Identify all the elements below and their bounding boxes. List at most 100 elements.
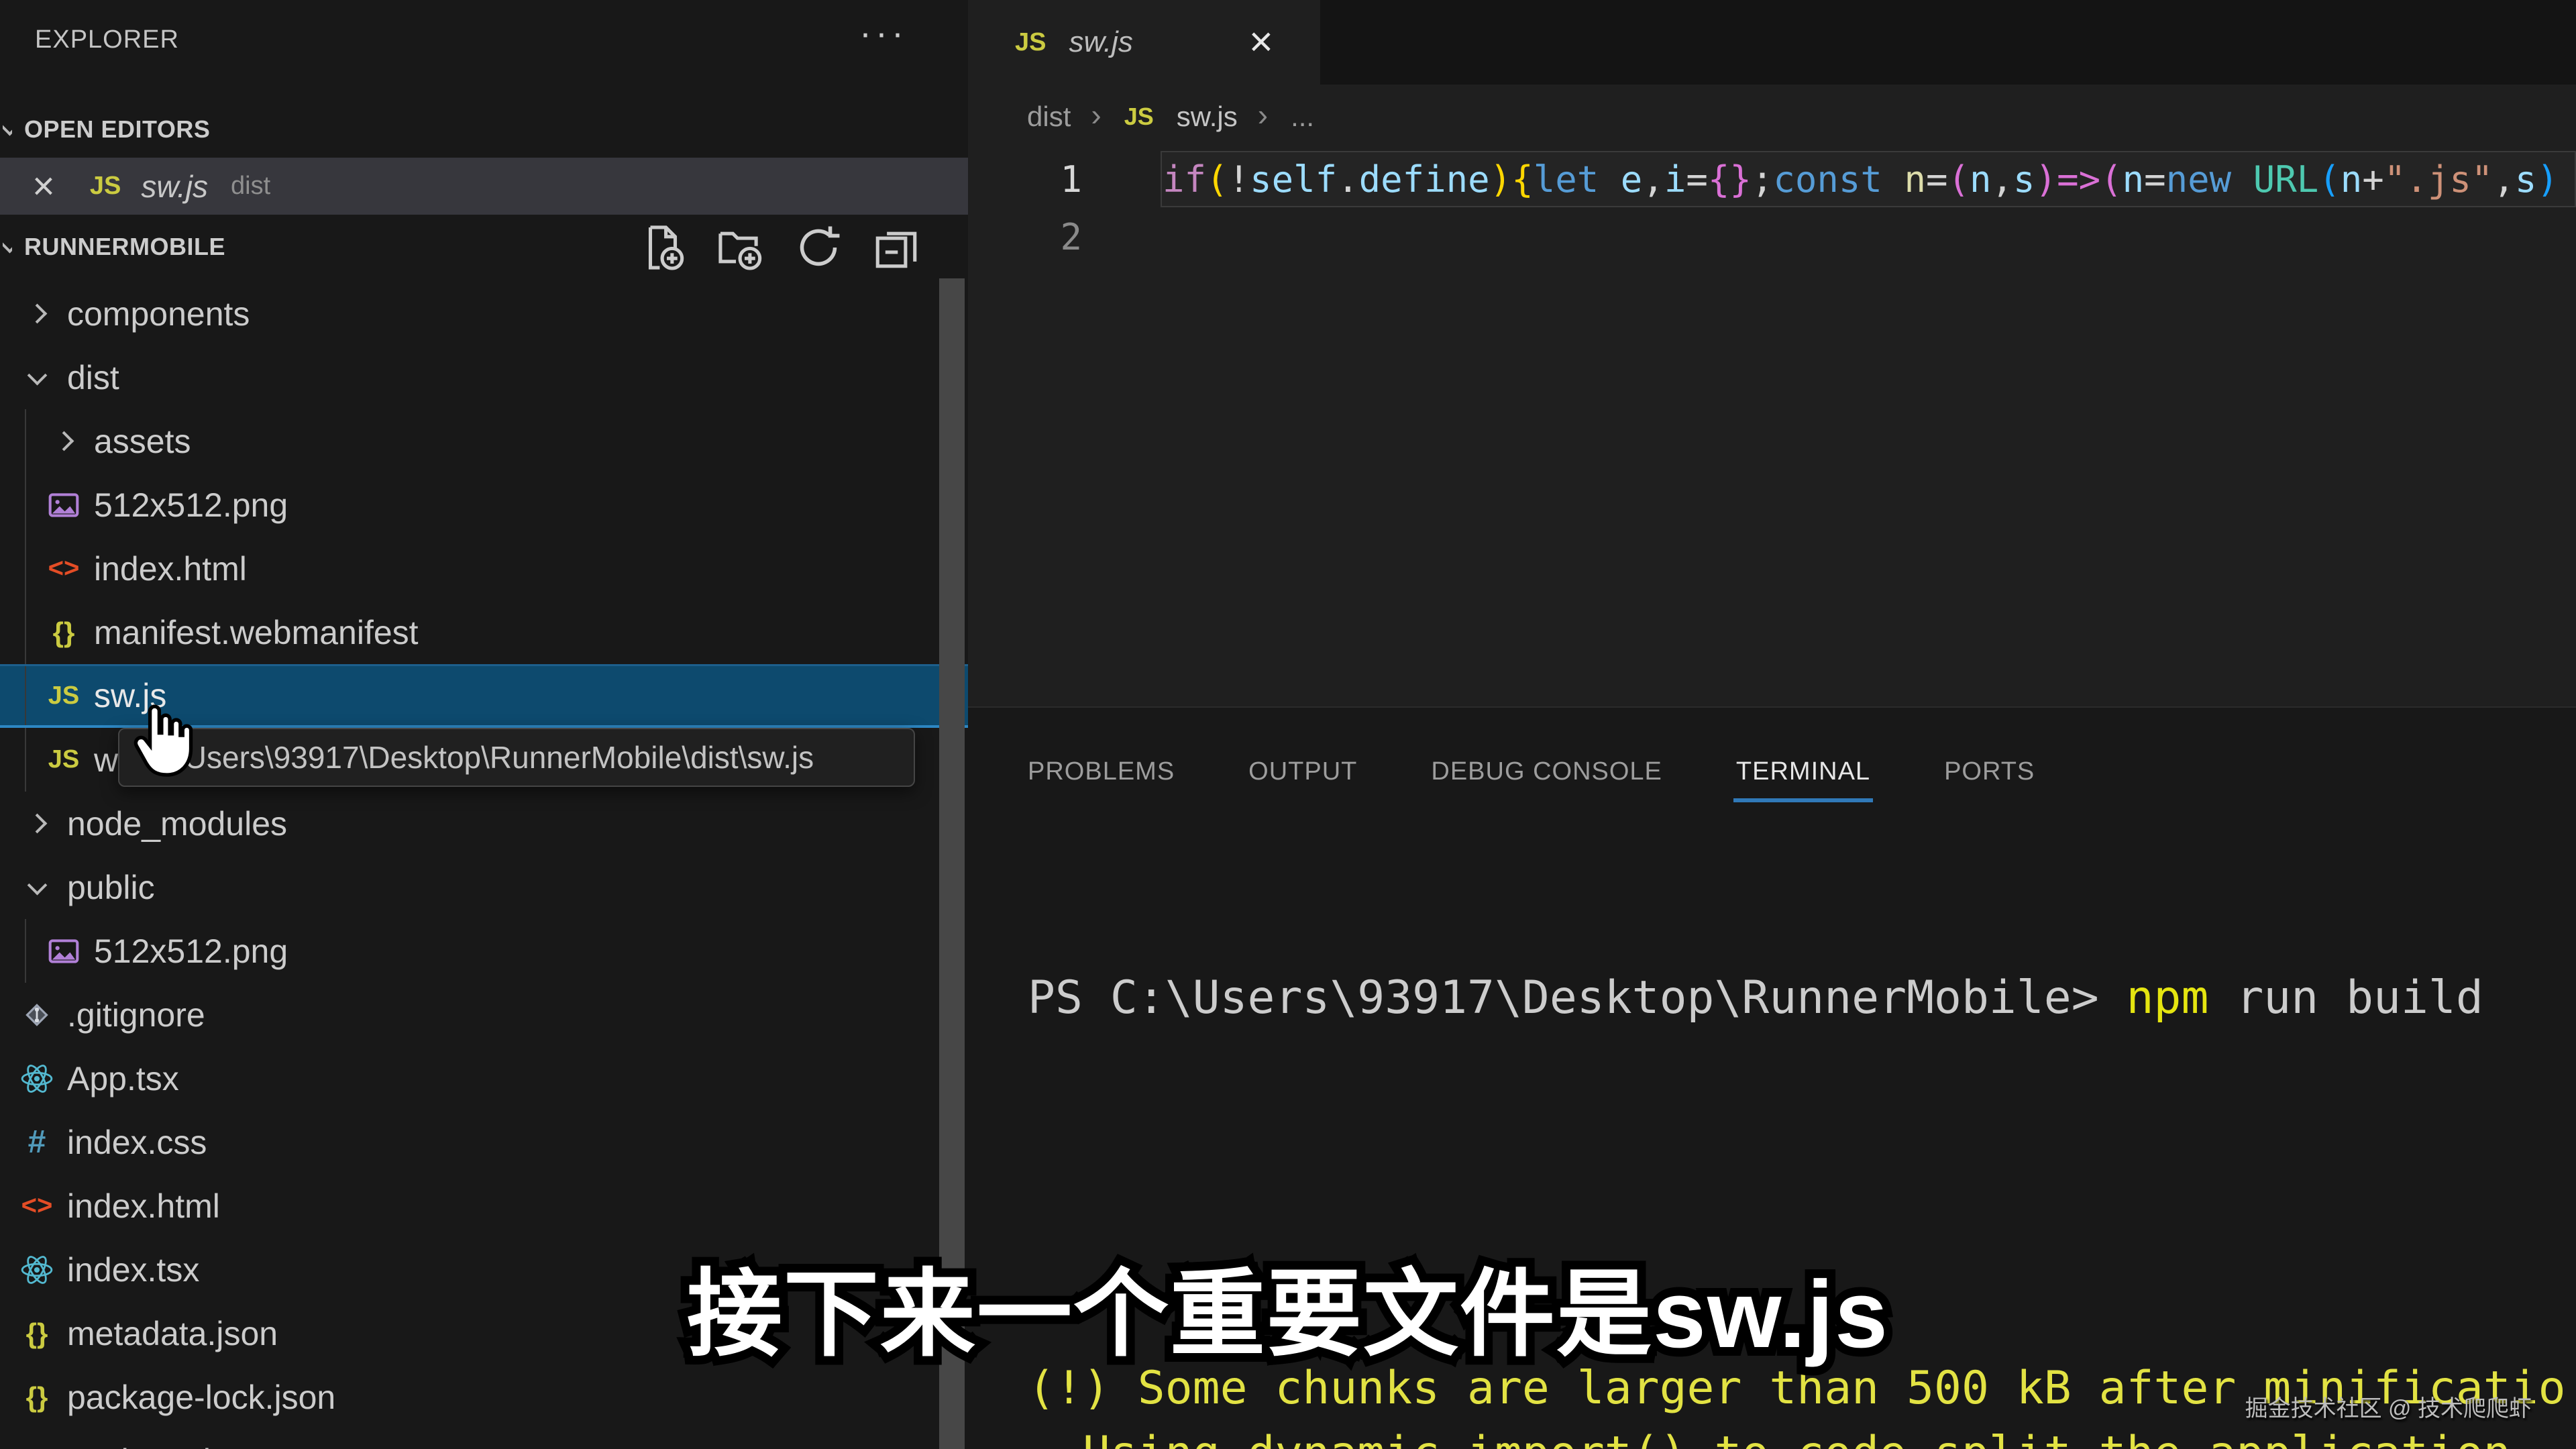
tree-item-index-html[interactable]: <> index.html	[0, 1174, 968, 1238]
code-token: s	[2515, 158, 2537, 201]
tree-item-package-lock-json[interactable]: {} package-lock.json	[0, 1365, 968, 1429]
bottom-panel: PROBLEMS OUTPUT DEBUG CONSOLE TERMINAL PORTS…	[968, 706, 2576, 1449]
code-token: e	[1621, 158, 1643, 201]
breadcrumb-folder[interactable]: dist	[1027, 101, 1071, 133]
terminal-prompt-line: PS C:\Users\93917\Desktop\RunnerMobile> …	[1028, 965, 2576, 1030]
tree-item-index-tsx[interactable]: index.tsx	[0, 1238, 968, 1301]
tree-item-label: package-lock.json	[67, 1378, 335, 1417]
file-icon-slot: #	[16, 1124, 58, 1161]
panel-tab-problems[interactable]: PROBLEMS	[1028, 757, 1175, 786]
tree-item-512x512-png[interactable]: 512x512.png	[0, 919, 968, 983]
code-token: !	[1228, 158, 1250, 201]
react-atom-icon	[20, 1062, 54, 1095]
tree-item-label: manifest.webmanifest	[94, 613, 419, 652]
explorer-header: EXPLORER	[0, 0, 968, 79]
tree-item-dist[interactable]: dist	[0, 345, 968, 409]
html-file-icon: <>	[21, 1191, 53, 1221]
code-token: .	[1337, 158, 1359, 201]
terminal[interactable]: PS C:\Users\93917\Desktop\RunnerMobile> …	[1028, 835, 2576, 1449]
code-token: define	[1359, 158, 1490, 201]
editor-tab-bar: JS sw.js ×	[968, 0, 2576, 85]
new-file-icon[interactable]	[638, 223, 688, 272]
breadcrumb-symbol[interactable]: ...	[1291, 101, 1314, 133]
tab-swjs[interactable]: JS sw.js ×	[968, 0, 1320, 85]
line-number: 2	[968, 216, 1082, 258]
html-file-icon: <>	[48, 553, 80, 584]
file-icon-slot: JS	[43, 745, 85, 774]
panel-tab-terminal[interactable]: TERMINAL	[1736, 757, 1870, 786]
code-token: +	[2362, 158, 2384, 201]
code-token: ".js"	[2384, 158, 2493, 201]
panel-tab-ports[interactable]: PORTS	[1944, 757, 2035, 786]
code-token: {	[1511, 158, 1534, 201]
code-token: ,	[1992, 158, 2014, 201]
panel-tab-output[interactable]: OUTPUT	[1248, 757, 1357, 786]
file-icon-slot: <>	[16, 1191, 58, 1221]
folder-chevron	[16, 880, 58, 894]
tree-item-label: App.tsx	[67, 1059, 179, 1098]
tree-item-label: components	[67, 294, 250, 333]
file-icon-slot	[16, 1253, 58, 1287]
folder-chevron	[43, 434, 85, 448]
folder-chevron	[16, 307, 58, 321]
refresh-icon[interactable]	[794, 223, 843, 272]
close-icon[interactable]: ×	[1249, 21, 1273, 63]
tree-item-assets[interactable]: assets	[0, 409, 968, 473]
tooltip-text: C:\Users\93917\Desktop\RunnerMobile\dist…	[145, 739, 814, 775]
code-token: (	[2318, 158, 2341, 201]
tree-item-manifest-webmanifest[interactable]: {} manifest.webmanifest	[0, 600, 968, 664]
code-token: const	[1773, 158, 1904, 201]
file-icon-slot	[16, 998, 58, 1032]
open-editor-file-path: dist	[231, 172, 270, 201]
open-editors-section-header[interactable]: OPEN EDITORS	[0, 101, 968, 158]
tree-item-app-tsx[interactable]: App.tsx	[0, 1046, 968, 1110]
vscode-window: EXPLORER ··· OPEN EDITORS × JS sw.js dis…	[0, 0, 2576, 1449]
watermark: 掘金技术社区 @ 技术爬爬虾	[2245, 1390, 2532, 1423]
tree-item-label: dist	[67, 358, 119, 397]
tree-item-label: metadata.json	[67, 1314, 278, 1353]
panel-tab-debug-console[interactable]: DEBUG CONSOLE	[1431, 757, 1662, 786]
code-line-1: 1 if(!self.define){let e,i={};const n=(n…	[968, 150, 2576, 208]
code-token: i	[1664, 158, 1686, 201]
tree-item-index-html[interactable]: <>index.html	[0, 537, 968, 600]
tree-item-label: index.html	[67, 1187, 220, 1226]
open-editors-label: OPEN EDITORS	[24, 115, 210, 144]
tree-item-components[interactable]: components	[0, 282, 968, 345]
tree-item-metadata-json[interactable]: {} metadata.json	[0, 1301, 968, 1365]
sidebar-scrollbar[interactable]	[939, 278, 965, 1449]
explorer-more-actions-icon[interactable]: ···	[859, 12, 908, 54]
indent-guide	[25, 473, 26, 537]
code-token: self	[1250, 158, 1337, 201]
code-token: if	[1163, 158, 1206, 201]
breadcrumb: dist › JS sw.js › ...	[968, 85, 2576, 149]
file-icon-slot: {}	[16, 1445, 58, 1449]
tree-item-node-modules[interactable]: node_modules	[0, 792, 968, 855]
code-token: =>	[2057, 158, 2100, 201]
tree-item-index-css[interactable]: #index.css	[0, 1110, 968, 1174]
tree-item-package-json[interactable]: {}package.json	[0, 1429, 968, 1449]
close-icon[interactable]: ×	[32, 167, 55, 206]
file-icon-slot: {}	[43, 616, 85, 649]
json-braces-icon: {}	[26, 1318, 48, 1350]
tree-item-public[interactable]: public	[0, 855, 968, 919]
code-token: ,	[1642, 158, 1664, 201]
file-icon-slot: <>	[43, 553, 85, 584]
tree-item--gitignore[interactable]: .gitignore	[0, 983, 968, 1046]
code-token: ,	[2493, 158, 2515, 201]
breadcrumb-file[interactable]: sw.js	[1177, 101, 1238, 133]
open-editor-item-swjs[interactable]: × JS sw.js dist	[0, 158, 968, 215]
new-folder-icon[interactable]	[716, 223, 765, 272]
explorer-title: EXPLORER	[35, 25, 179, 54]
chevron-right-icon: ›	[1258, 97, 1268, 133]
tree-item-512x512-png[interactable]: 512x512.png	[0, 473, 968, 537]
tree-item-label: 512x512.png	[94, 932, 288, 971]
js-file-icon: JS	[90, 172, 121, 201]
file-icon-slot	[43, 934, 85, 968]
code-area[interactable]: 1 if(!self.define){let e,i={};const n=(n…	[968, 150, 2576, 266]
json-braces-icon: {}	[26, 1381, 48, 1413]
open-editor-file-name: sw.js	[141, 168, 208, 205]
collapse-all-icon[interactable]	[871, 223, 921, 272]
code-token: URL	[2253, 158, 2319, 201]
css-hash-icon: #	[28, 1124, 46, 1161]
code-token: s	[2013, 158, 2035, 201]
